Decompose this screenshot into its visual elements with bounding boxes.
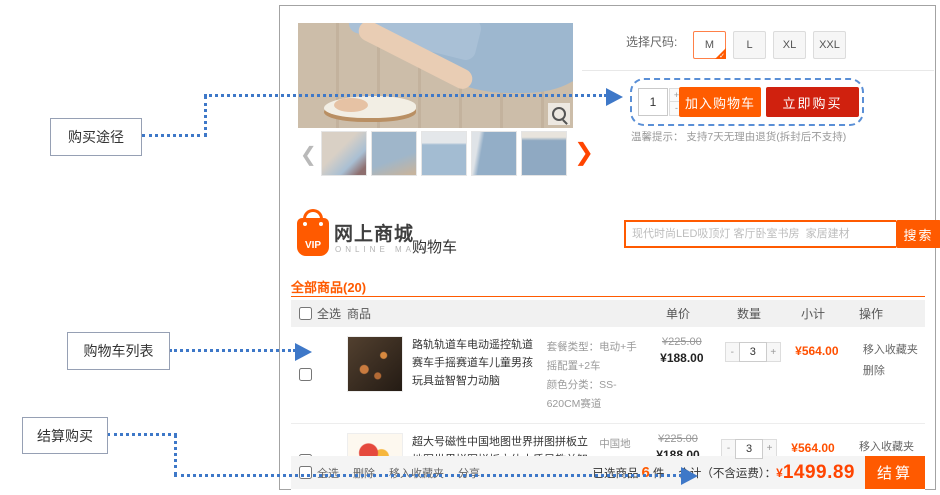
gallery-prev-icon[interactable]: ❮ — [300, 145, 317, 165]
search-button[interactable]: 搜索 — [896, 220, 940, 248]
size-option-xl[interactable]: XL — [773, 31, 806, 59]
annotation-connector — [142, 134, 207, 137]
gallery-thumbnail[interactable] — [321, 131, 367, 176]
product-main-photo[interactable] — [298, 23, 573, 128]
buy-now-button[interactable]: 立即购买 — [766, 87, 859, 117]
photo-foot-shape — [334, 98, 368, 112]
row-subtotal: ¥564.00 — [785, 344, 849, 358]
annotation-arrow-icon — [606, 88, 623, 106]
annotation-connector — [169, 349, 296, 352]
shop-logo-icon[interactable]: VIP — [297, 218, 329, 256]
annotation-connector — [174, 434, 177, 476]
selected-items-suffix: 件 — [653, 465, 665, 481]
move-to-favorites-link[interactable]: 移入收藏夹 — [859, 437, 925, 458]
product-title[interactable]: 路轨轨道车电动遥控轨道赛车手摇赛道车儿童男孩玩具益智智力动脑 — [412, 336, 538, 414]
delete-link[interactable]: 删除 — [863, 361, 929, 382]
return-policy-tip: 温馨提示： 支持7天无理由退货(拆封后不支持) — [631, 129, 846, 144]
move-to-favorites-link[interactable]: 移入收藏夹 — [863, 340, 929, 361]
footer-move-fav-link[interactable]: 移入收藏夹 — [389, 465, 444, 481]
size-label: 选择尺码: — [626, 33, 677, 50]
product-thumbnail[interactable] — [347, 336, 403, 392]
search-bar: 搜索 — [624, 220, 940, 248]
annotation-arrow-icon — [295, 343, 312, 361]
annotation-purchase-path: 购买途径 — [50, 118, 142, 156]
annotation-connector — [174, 474, 682, 477]
size-option-xxl[interactable]: XXL — [813, 31, 846, 59]
col-price: 单价 — [639, 305, 717, 322]
size-options: M ✓ L XL XXL — [693, 31, 846, 59]
divider — [582, 70, 934, 71]
row-checkbox[interactable] — [299, 368, 312, 381]
total-amount: 1499.89 — [783, 462, 855, 484]
col-subtotal: 小计 — [781, 305, 845, 322]
annotation-cart-list: 购物车列表 — [67, 332, 170, 370]
zoom-icon[interactable] — [548, 103, 570, 125]
annotation-arrow-icon — [681, 467, 698, 485]
footer-select-all-checkbox[interactable] — [299, 466, 312, 479]
shop-name: 网上商城 — [334, 219, 414, 246]
gallery-thumbnail[interactable] — [421, 131, 467, 176]
gallery-thumbnail[interactable] — [371, 131, 417, 176]
col-qty: 数量 — [717, 305, 781, 322]
footer-select-all-label[interactable]: 全选 — [317, 465, 339, 481]
qty-value[interactable]: 3 — [735, 439, 763, 459]
check-icon: ✓ — [719, 52, 725, 60]
selected-count: 6 — [642, 464, 650, 481]
checkout-button[interactable]: 结算 — [865, 456, 925, 489]
page-title: 购物车 — [412, 236, 457, 257]
currency-symbol: ¥ — [776, 466, 783, 480]
qty-increase-button[interactable]: + — [766, 342, 781, 362]
all-items-title: 全部商品(20) — [291, 277, 366, 296]
add-to-cart-button[interactable]: 加入购物车 — [679, 87, 761, 117]
col-action: 操作 — [845, 305, 925, 322]
select-all-checkbox[interactable] — [299, 307, 312, 320]
old-price: ¥225.00 — [643, 336, 721, 348]
annotation-connector — [204, 94, 607, 97]
product-specs: 套餐类型：电动+手摇配置+2车 颜色分类：SS-620CM赛道 — [547, 336, 643, 414]
size-option-l[interactable]: L — [733, 31, 766, 59]
row-subtotal: ¥564.00 — [781, 441, 845, 455]
cart-footer-bar: 全选 删除 移入收藏夹 分享 已选商品 6 件 合计（不含运费）： ¥ 1499… — [291, 456, 925, 489]
selected-items-prefix: 已选商品 — [593, 465, 639, 481]
gallery-thumbnail[interactable] — [521, 131, 567, 176]
qty-decrease-button[interactable]: - — [725, 342, 740, 362]
size-option-m[interactable]: M ✓ — [693, 31, 726, 59]
qty-value[interactable]: 3 — [739, 342, 767, 362]
search-input[interactable] — [624, 220, 896, 248]
divider — [291, 296, 925, 297]
unit-price: ¥188.00 — [643, 351, 721, 365]
col-product: 商品 — [347, 305, 639, 322]
annotation-connector — [204, 96, 207, 136]
footer-share-link[interactable]: 分享 — [458, 465, 480, 481]
gallery-thumbnail[interactable] — [471, 131, 517, 176]
footer-delete-link[interactable]: 删除 — [353, 465, 375, 481]
row-quantity-stepper: - 3 + — [721, 342, 785, 362]
old-price: ¥225.00 — [639, 433, 717, 445]
quantity-input[interactable]: 1 — [638, 88, 668, 116]
annotation-checkout: 结算购买 — [22, 417, 108, 454]
gallery-next-icon[interactable]: ❯ — [574, 141, 594, 165]
select-all-label: 全选 — [317, 305, 341, 322]
cart-table-header: 全选 商品 单价 数量 小计 操作 — [291, 300, 925, 327]
annotation-connector — [107, 433, 177, 436]
screenshot-canvas: ❮ ❯ 选择尺码: M ✓ L XL XXL 1 + - 加入购物车 立即购买 … — [0, 0, 940, 495]
cart-row: 路轨轨道车电动遥控轨道赛车手摇赛道车儿童男孩玩具益智智力动脑 套餐类型：电动+手… — [291, 327, 925, 424]
main-panel: ❮ ❯ 选择尺码: M ✓ L XL XXL 1 + - 加入购物车 立即购买 … — [279, 5, 936, 490]
